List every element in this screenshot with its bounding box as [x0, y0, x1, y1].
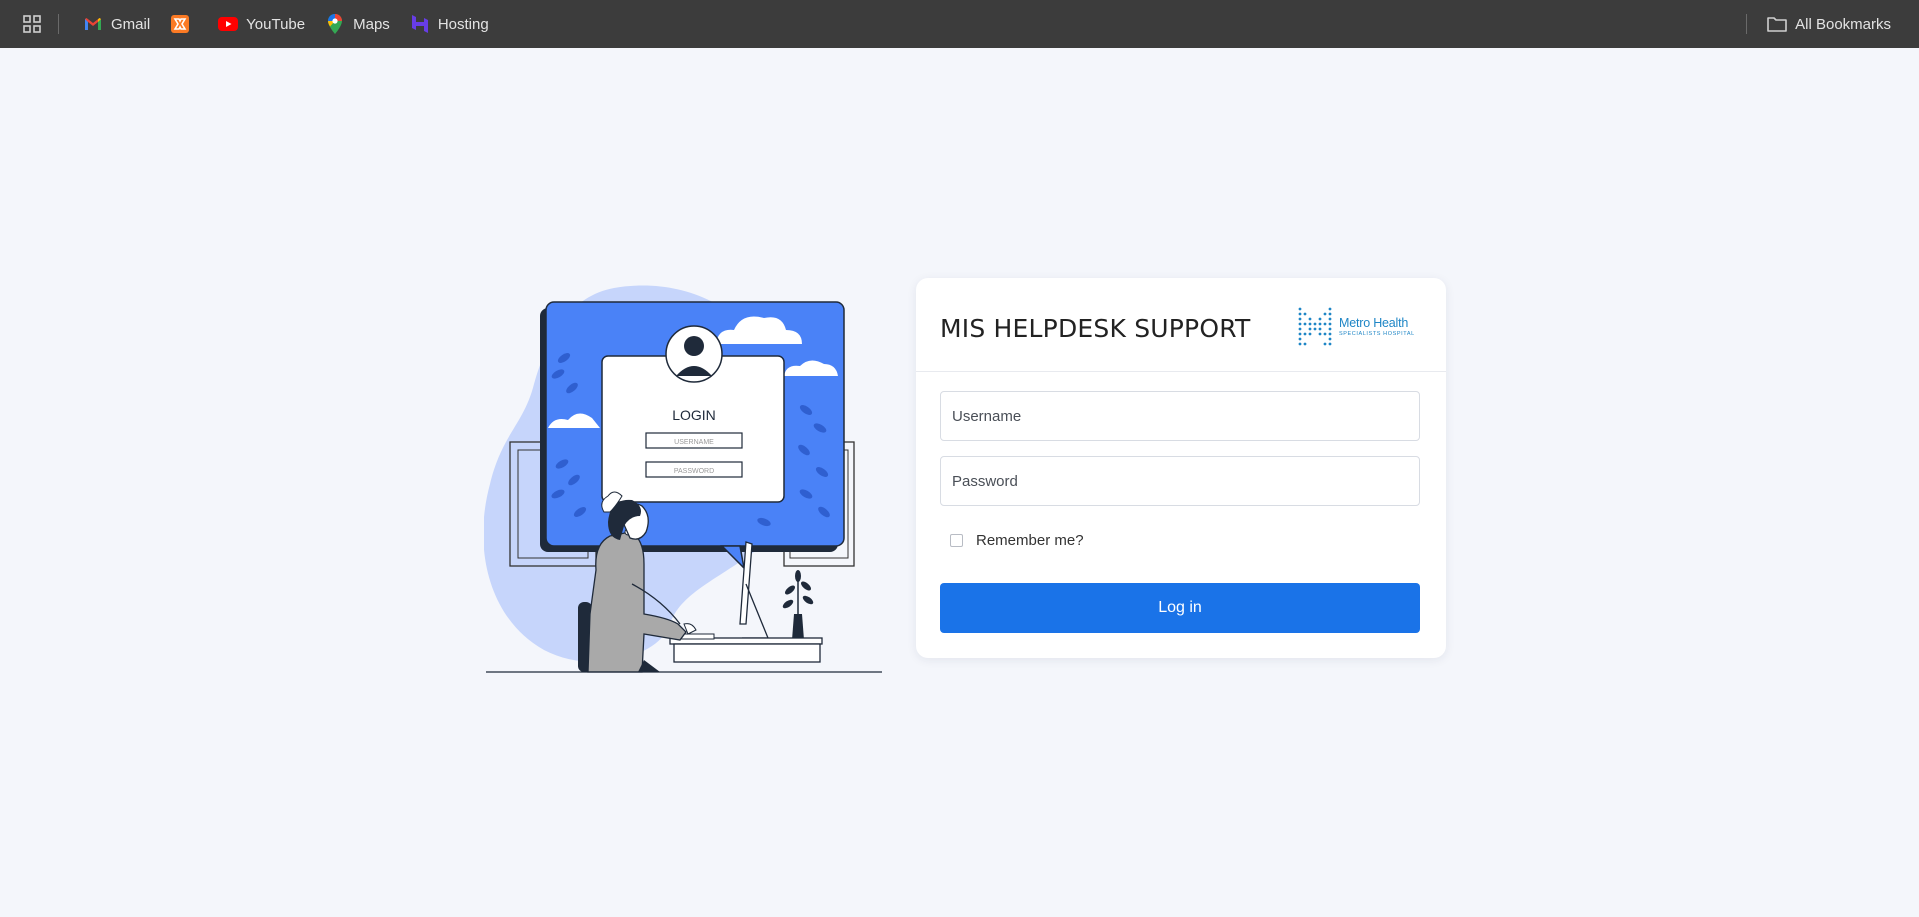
youtube-icon [218, 14, 239, 34]
bookmarks-right: All Bookmarks [1746, 0, 1903, 48]
metro-health-logo: Metro Health SPECIALISTS HOSPITAL [1297, 305, 1417, 349]
remember-me-checkbox[interactable] [950, 534, 963, 547]
bookmark-label: YouTube [246, 15, 306, 33]
bookmarks-divider [1746, 14, 1748, 34]
apps-grid-icon[interactable] [20, 12, 44, 36]
all-bookmarks-label: All Bookmarks [1795, 15, 1891, 33]
login-card: MIS HELPDESK SUPPORT Metro Health SPECIA… [916, 278, 1446, 658]
bookmark-youtube[interactable]: YouTube [210, 8, 315, 40]
password-field[interactable] [940, 456, 1420, 506]
bookmark-hosting[interactable]: Hosting [402, 8, 499, 40]
bookmark-maps[interactable]: Maps [317, 8, 400, 40]
bookmarks-divider [58, 14, 59, 34]
folder-icon [1767, 14, 1787, 34]
illustration-username-text: USERNAME [674, 439, 714, 446]
hostinger-icon [410, 14, 430, 34]
bookmarks-bar: Gmail YouTube Maps Hosting All Bookmarks [0, 0, 1919, 48]
bookmark-label: Maps [353, 15, 390, 33]
desk-drawer [673, 643, 821, 663]
all-bookmarks-button[interactable]: All Bookmarks [1759, 8, 1901, 40]
logo-subtitle: SPECIALISTS HOSPITAL [1339, 330, 1415, 337]
maps-icon [325, 14, 345, 34]
xampp-icon [170, 14, 190, 34]
gmail-icon [83, 14, 103, 34]
illustration-password-text: PASSWORD [674, 468, 714, 475]
bookmark-xampp[interactable] [162, 8, 208, 40]
card-header: MIS HELPDESK SUPPORT Metro Health SPECIA… [916, 278, 1446, 372]
logo-text: Metro Health SPECIALISTS HOSPITAL [1339, 317, 1415, 337]
hospital-logo-icon [1298, 307, 1332, 346]
bookmark-label: Hosting [437, 15, 489, 33]
avatar-head [684, 336, 704, 356]
illustration-login-title: LOGIN [672, 407, 716, 423]
bookmark-gmail[interactable]: Gmail [75, 8, 160, 40]
login-button[interactable]: Log in [940, 583, 1420, 633]
page-title: MIS HELPDESK SUPPORT [940, 314, 1251, 343]
bookmark-label: Gmail [111, 15, 151, 33]
remember-me[interactable]: Remember me? [950, 532, 1084, 549]
remember-me-label: Remember me? [976, 532, 1084, 549]
logo-name: Metro Health [1339, 316, 1409, 330]
plant [782, 570, 814, 640]
login-illustration: LOGIN USERNAME PASSWORD [484, 285, 882, 673]
username-field[interactable] [940, 391, 1420, 441]
